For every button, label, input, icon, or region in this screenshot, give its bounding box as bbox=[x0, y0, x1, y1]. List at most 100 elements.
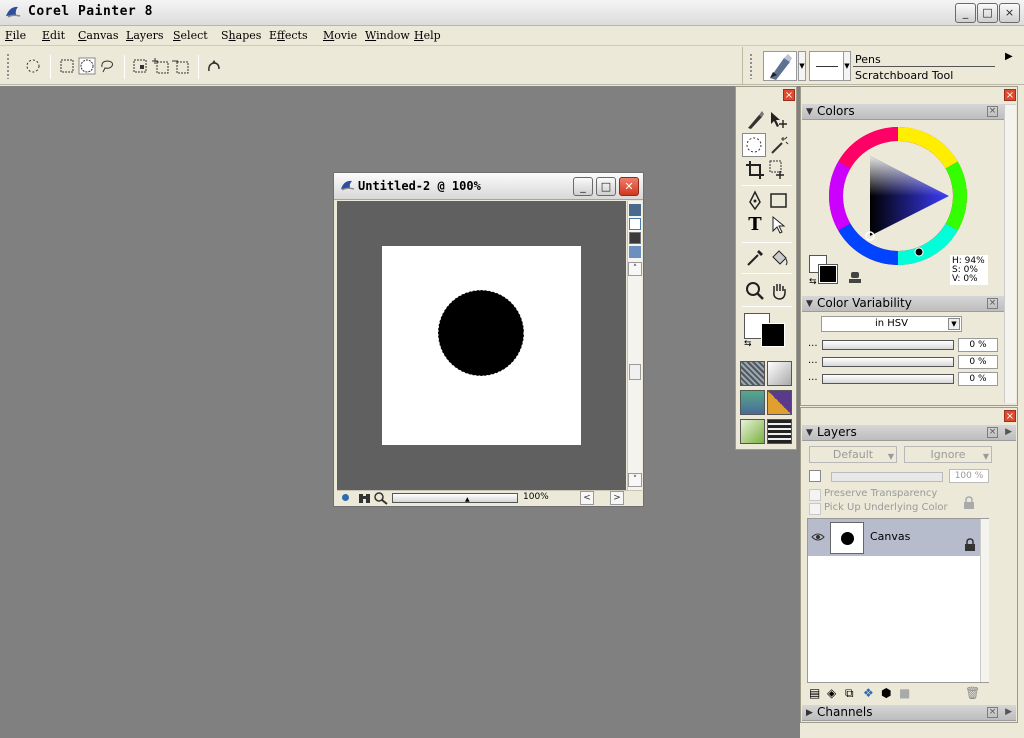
menu-layers[interactable]: Layers bbox=[126, 29, 164, 42]
paint-bucket-icon[interactable] bbox=[768, 247, 790, 269]
shape-selection-icon[interactable] bbox=[768, 214, 790, 236]
brushbar-flyout-icon[interactable]: ▶ bbox=[1005, 51, 1013, 62]
menu-movie[interactable]: Movie bbox=[323, 29, 357, 42]
subtract-from-selection-icon[interactable] bbox=[172, 57, 190, 75]
channels-close-icon[interactable]: × bbox=[987, 707, 998, 718]
tracing-paper-icon[interactable] bbox=[629, 204, 641, 216]
menu-select[interactable]: Select bbox=[173, 29, 208, 42]
layer-list-scrollbar[interactable] bbox=[980, 519, 989, 682]
doc-minimize-button[interactable]: _ bbox=[573, 177, 593, 196]
selection-adjuster-icon[interactable] bbox=[768, 159, 790, 181]
color-variability-header[interactable]: ▼ Color Variability × bbox=[802, 296, 1016, 312]
menu-window[interactable]: Window bbox=[365, 29, 410, 42]
grabber-hand-icon[interactable] bbox=[768, 280, 790, 302]
maximize-button[interactable]: □ bbox=[977, 3, 998, 23]
color-variability-close-icon[interactable]: × bbox=[987, 298, 998, 309]
saturation-variability-value[interactable]: 0 % bbox=[958, 355, 998, 369]
additional-color-swatch[interactable] bbox=[761, 323, 785, 347]
toolbar-grip[interactable] bbox=[6, 53, 10, 79]
canvas-paper[interactable] bbox=[382, 246, 581, 445]
paper-selector-icon[interactable] bbox=[740, 361, 765, 386]
magic-wand-icon[interactable] bbox=[768, 134, 790, 156]
menu-file[interactable]: File bbox=[5, 29, 26, 42]
black-circle-shape[interactable] bbox=[382, 246, 581, 445]
pattern-selector-icon[interactable] bbox=[740, 390, 765, 415]
brush-category-selector[interactable] bbox=[763, 51, 797, 81]
crop-tool-icon[interactable] bbox=[744, 159, 766, 181]
layers-group-close-icon[interactable]: × bbox=[1004, 410, 1016, 422]
gradient-selector-icon[interactable] bbox=[767, 361, 792, 386]
colors-additional-swatch[interactable] bbox=[818, 264, 838, 284]
color-wheel[interactable] bbox=[827, 125, 969, 267]
selection-transform-icon[interactable] bbox=[132, 57, 150, 75]
rectangle-shape-icon[interactable] bbox=[768, 190, 790, 212]
layers-palette-header[interactable]: ▼ Layers × ▶ bbox=[802, 425, 1016, 441]
pick-up-color-checkbox[interactable] bbox=[809, 503, 821, 515]
dynamic-plugins-icon[interactable]: ◈ bbox=[827, 686, 836, 700]
layer-mask-button-icon[interactable]: ⬢ bbox=[881, 686, 891, 700]
doc-close-button[interactable]: ✕ bbox=[619, 177, 639, 196]
canvas-viewport[interactable] bbox=[337, 201, 626, 490]
color-management-icon[interactable] bbox=[629, 232, 641, 244]
brush-tool-icon[interactable] bbox=[744, 109, 766, 131]
magnifier-icon[interactable] bbox=[744, 280, 766, 302]
colors-close-icon[interactable]: × bbox=[987, 106, 998, 117]
zoom-slider[interactable]: ▲ bbox=[392, 493, 518, 503]
colors-swap-icon[interactable]: ⇆ bbox=[809, 277, 817, 287]
value-variability-value[interactable]: 0 % bbox=[958, 372, 998, 386]
grid-icon[interactable] bbox=[629, 218, 641, 230]
layer-attributes-icon[interactable]: ■ bbox=[899, 686, 910, 700]
eye-visibility-icon[interactable] bbox=[811, 531, 825, 543]
menu-help[interactable]: Help bbox=[414, 29, 441, 42]
new-selection-icon[interactable] bbox=[58, 57, 76, 75]
lasso-icon[interactable] bbox=[98, 57, 116, 75]
scroll-down-button[interactable]: ˅ bbox=[628, 473, 642, 487]
doc-maximize-button[interactable]: □ bbox=[596, 177, 616, 196]
scroll-left-button[interactable]: < bbox=[580, 491, 594, 505]
palette-scrollbar[interactable] bbox=[1004, 105, 1016, 403]
menu-canvas[interactable]: Canvas bbox=[78, 29, 118, 42]
add-to-selection-icon[interactable] bbox=[152, 57, 170, 75]
oval-select-tool[interactable] bbox=[742, 133, 766, 157]
grabber-icon[interactable] bbox=[358, 492, 372, 505]
layers-close-icon[interactable]: × bbox=[987, 427, 998, 438]
menu-effects[interactable]: Effects bbox=[269, 29, 308, 42]
value-variability-slider[interactable] bbox=[822, 374, 954, 384]
clone-color-stamp-icon[interactable] bbox=[847, 270, 863, 286]
preserve-transparency-checkbox[interactable] bbox=[809, 489, 821, 501]
menu-edit[interactable]: Edit bbox=[42, 29, 65, 42]
brush-category-dropdown[interactable]: ▼ bbox=[798, 51, 806, 81]
saturation-variability-slider[interactable] bbox=[822, 357, 954, 367]
hue-variability-slider[interactable] bbox=[822, 340, 954, 350]
lock-icon[interactable] bbox=[962, 496, 976, 510]
layer-mask-icon[interactable] bbox=[809, 470, 821, 482]
vertical-scroll-thumb[interactable] bbox=[629, 364, 641, 380]
scroll-right-button[interactable]: > bbox=[610, 491, 624, 505]
minimize-button[interactable]: _ bbox=[955, 3, 976, 23]
expand-triangle-icon[interactable]: ▶ bbox=[806, 706, 813, 721]
oval-selection-mode-icon[interactable] bbox=[78, 57, 96, 75]
toolbox-close-icon[interactable]: × bbox=[783, 89, 795, 101]
collapse-triangle-icon[interactable]: ▼ bbox=[806, 297, 813, 312]
brush-variant-dropdown[interactable]: ▼ bbox=[843, 51, 851, 81]
dropper-icon[interactable] bbox=[744, 247, 766, 269]
nozzle-selector-icon[interactable] bbox=[740, 419, 765, 444]
channels-menu-icon[interactable]: ▶ bbox=[1005, 705, 1012, 720]
scroll-up-button[interactable]: ˄ bbox=[628, 262, 642, 276]
layer-commands-icon[interactable]: ▤ bbox=[809, 686, 820, 700]
document-info-icon[interactable] bbox=[342, 494, 349, 501]
channels-palette-header[interactable]: ▶ Channels × ▶ bbox=[802, 705, 1016, 721]
trash-icon[interactable]: 🗑 bbox=[965, 686, 980, 700]
palette-group-close-icon[interactable]: × bbox=[1004, 89, 1016, 101]
oval-selection-icon[interactable] bbox=[24, 57, 42, 75]
opacity-value[interactable]: 100 % bbox=[949, 469, 989, 483]
drop-all-icon[interactable]: ❖ bbox=[863, 686, 874, 700]
new-layer-icon[interactable]: ⧉ bbox=[845, 686, 854, 701]
document-title-bar[interactable]: Untitled-2 @ 100% _ □ ✕ bbox=[334, 173, 643, 200]
colors-palette-header[interactable]: ▼ Colors × ▶ bbox=[802, 104, 1016, 120]
document-vertical-scrollbar[interactable]: ˄ ˅ bbox=[627, 201, 642, 490]
impasto-icon[interactable] bbox=[629, 246, 641, 258]
feather-selection-icon[interactable] bbox=[205, 57, 223, 75]
variability-mode-select[interactable]: in HSV ▼ bbox=[821, 316, 962, 332]
layer-row-canvas[interactable]: Canvas bbox=[808, 519, 980, 556]
